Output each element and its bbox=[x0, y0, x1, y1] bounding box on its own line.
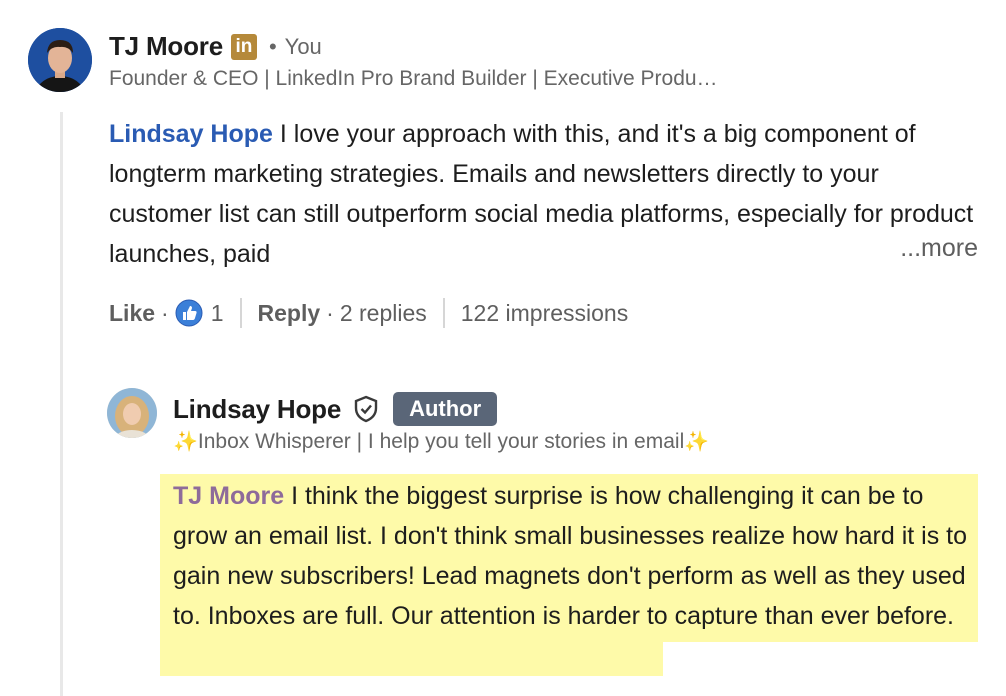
author-badge: Author bbox=[393, 392, 498, 426]
thumbs-up-icon[interactable] bbox=[175, 299, 203, 327]
reaction-count[interactable]: 1 bbox=[211, 300, 224, 327]
mention-link[interactable]: Lindsay Hope bbox=[109, 120, 273, 148]
reply-body-text: I think the biggest surprise is how chal… bbox=[173, 482, 968, 630]
divider bbox=[442, 298, 445, 328]
avatar-photo-icon bbox=[107, 388, 157, 438]
divider bbox=[239, 298, 242, 328]
separator-dot: • bbox=[268, 33, 277, 59]
avatar[interactable] bbox=[28, 28, 92, 92]
sparkle-icon: ✨ bbox=[684, 431, 710, 453]
reply-headline-text: Inbox Whisperer | I help you tell your s… bbox=[197, 429, 685, 453]
reply-button[interactable]: Reply bbox=[258, 300, 321, 327]
relation-label: You bbox=[284, 33, 322, 59]
text-highlight bbox=[160, 638, 663, 676]
comment-author-name[interactable]: TJ Moore bbox=[109, 31, 223, 62]
thread-line bbox=[60, 112, 63, 696]
impressions-count: 122 impressions bbox=[460, 299, 629, 326]
like-button[interactable]: Like bbox=[109, 300, 155, 327]
mention-link[interactable]: TJ Moore bbox=[173, 482, 284, 510]
avatar-photo-icon bbox=[28, 28, 92, 92]
comment-actions: Like · 1 Reply · 2 replies 122 impressio… bbox=[109, 296, 628, 330]
linkedin-badge-icon: in bbox=[230, 33, 257, 60]
reply-author-headline: ✨ Inbox Whisperer | I help you tell your… bbox=[173, 429, 709, 454]
comment-author-headline: Founder & CEO | LinkedIn Pro Brand Build… bbox=[109, 67, 718, 90]
replies-count[interactable]: 2 replies bbox=[340, 300, 427, 327]
separator-dot: · bbox=[161, 299, 169, 326]
see-more-button[interactable]: ...more bbox=[892, 234, 978, 263]
avatar[interactable] bbox=[107, 388, 157, 438]
comment-author-row: TJ Moore in • You bbox=[109, 31, 322, 62]
reply-author-name[interactable]: Lindsay Hope bbox=[173, 394, 341, 425]
shield-check-icon bbox=[353, 395, 379, 423]
separator-dot: · bbox=[326, 299, 334, 326]
reply-text: TJ Moore I think the biggest surprise is… bbox=[173, 476, 983, 636]
comment-text: Lindsay Hope I love your approach with t… bbox=[109, 114, 979, 274]
sparkle-icon: ✨ bbox=[173, 431, 198, 453]
reply-author-row: Lindsay Hope Author bbox=[173, 392, 498, 426]
